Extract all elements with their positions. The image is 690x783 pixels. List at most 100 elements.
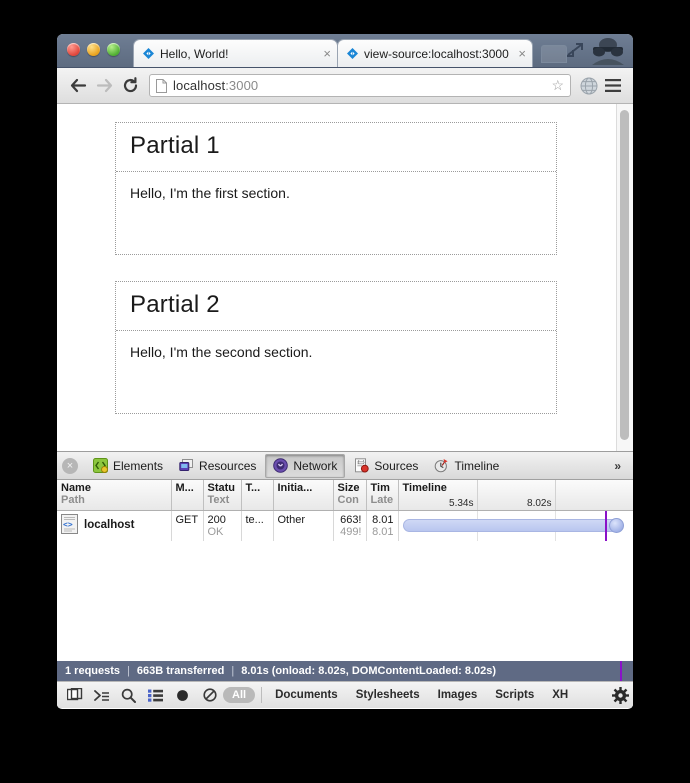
domcontentloaded-marker — [604, 510, 607, 541]
svg-text:<>: <> — [63, 520, 73, 529]
column-header-type[interactable]: T... — [241, 480, 274, 511]
partial-section-2: Partial 2 Hello, I'm the second section. — [115, 281, 557, 414]
devtools-tab-label: Network — [293, 458, 338, 473]
column-header-timeline[interactable]: Timeline 5.34s 8.02s — [398, 480, 633, 511]
chrome-menu-button[interactable] — [601, 79, 625, 92]
page-scrollbar-thumb[interactable] — [620, 110, 629, 440]
column-header-time[interactable]: Tim Late — [366, 480, 399, 511]
filter-xhr[interactable]: XH — [543, 689, 577, 701]
devtools-tab-timeline[interactable]: Timeline — [427, 455, 506, 477]
address-bar[interactable]: localhost:3000 ☆ — [149, 74, 571, 97]
maximize-icon[interactable] — [563, 40, 585, 60]
zoom-window-button[interactable] — [107, 43, 120, 56]
devtools-tab-sources[interactable]: { } Sources — [347, 455, 425, 477]
filter-scripts[interactable]: Scripts — [486, 689, 543, 701]
column-title: Tim — [370, 482, 390, 494]
content-size-value: 499! — [340, 525, 362, 538]
request-count: 1 requests — [65, 665, 121, 677]
back-button[interactable] — [65, 73, 91, 99]
devtools-tab-label: Elements — [113, 458, 164, 473]
browser-tab-hello-world[interactable]: Hello, World! × — [133, 39, 338, 67]
column-header-name[interactable]: Name Path — [57, 480, 172, 511]
column-header-size[interactable]: Size Con — [333, 480, 367, 511]
network-status-bar: 1 requests | 663B transferred | 8.01s (o… — [57, 661, 633, 681]
dock-panel-icon[interactable] — [61, 684, 88, 706]
browser-tab-view-source[interactable]: view-source:localhost:3000 × — [337, 39, 533, 67]
devtools-tab-elements[interactable]: Elements — [86, 455, 170, 477]
close-tab-icon[interactable]: × — [514, 47, 526, 60]
page-document-icon — [156, 78, 167, 93]
search-icon[interactable] — [115, 684, 142, 706]
devtools-tab-label: Resources — [199, 458, 257, 473]
url-port: :3000 — [225, 78, 259, 93]
browser-toolbar: localhost:3000 ☆ — [57, 68, 633, 104]
column-title: T... — [245, 482, 261, 494]
code-diamond-icon — [346, 47, 359, 60]
tab-strip: Hello, World! × view-source:localhost:30… — [57, 34, 633, 68]
page-scrollbar[interactable] — [616, 104, 633, 451]
page-viewport: Partial 1 Hello, I'm the first section. … — [57, 104, 633, 452]
status-code: 200 — [207, 513, 226, 526]
devtools-tab-bar: × Elements Resources Network {} Sources… — [57, 452, 633, 480]
sources-icon: { } — [354, 458, 370, 473]
extension-globe-icon[interactable] — [577, 77, 601, 95]
record-icon[interactable] — [169, 684, 196, 706]
devtools-tab-label: Sources — [374, 458, 419, 473]
column-title: Name — [61, 482, 91, 494]
reload-button[interactable] — [117, 73, 143, 99]
timeline-tick-labels: 5.34s 8.02s — [399, 496, 633, 509]
column-title: Initia... — [277, 482, 313, 494]
size-value: 663! — [340, 513, 362, 526]
close-tab-icon[interactable]: × — [319, 47, 331, 60]
time-value: 8.01 — [372, 513, 394, 526]
window-controls — [67, 43, 120, 56]
column-header-method[interactable]: M... — [171, 480, 204, 511]
column-subtitle: Path — [61, 494, 85, 506]
code-diamond-icon — [142, 47, 155, 60]
forward-button[interactable] — [91, 73, 117, 99]
latency-value: 8.01 — [372, 525, 394, 538]
cell-time: 8.01 8.01 — [366, 510, 399, 541]
column-title: Timeline — [402, 482, 447, 494]
column-title: M... — [175, 482, 194, 494]
devtools-more-tabs-button[interactable]: » — [614, 459, 633, 473]
minimize-window-button[interactable] — [87, 43, 100, 56]
incognito-spy-icon — [587, 36, 629, 66]
waterfall-bar-end-knob — [609, 517, 625, 533]
filter-all[interactable]: All — [223, 687, 256, 703]
partial-2-header: Partial 2 — [116, 282, 556, 331]
filter-stylesheets[interactable]: Stylesheets — [347, 689, 429, 701]
column-title: Statu — [207, 482, 236, 494]
column-subtitle: Text — [207, 494, 230, 506]
devtools-tab-network[interactable]: Network — [265, 453, 346, 478]
devtools-close-button[interactable]: × — [62, 457, 78, 474]
devtools-panel: × Elements Resources Network {} Sources… — [57, 452, 633, 708]
devtools-tab-resources[interactable]: Resources — [172, 455, 263, 477]
waterfall-bar[interactable] — [403, 517, 625, 533]
cell-type: te... — [241, 510, 274, 541]
column-header-status[interactable]: Statu Text — [203, 480, 242, 511]
console-prompt-icon[interactable] — [88, 684, 115, 706]
close-window-button[interactable] — [67, 43, 80, 56]
column-title: Size — [337, 482, 360, 494]
status-text: OK — [207, 525, 224, 538]
network-table-container: Name Path M... Statu Text T... Initia...… — [57, 480, 633, 661]
filter-list-icon[interactable] — [142, 684, 169, 706]
request-name: localhost — [84, 519, 135, 531]
devtools-filter-bar: All Documents Stylesheets Images Scripts… — [57, 681, 633, 708]
transferred-size: 663B transferred — [136, 665, 225, 677]
network-icon — [273, 458, 289, 473]
filter-images[interactable]: Images — [429, 689, 487, 701]
bookmark-star-icon[interactable]: ☆ — [551, 77, 564, 94]
devtools-tab-label: Timeline — [454, 458, 500, 473]
filter-documents[interactable]: Documents — [266, 689, 347, 701]
tab-title: view-source:localhost:3000 — [364, 46, 509, 61]
partial-2-heading: Partial 2 — [130, 291, 220, 318]
clear-icon[interactable] — [196, 684, 223, 706]
table-row[interactable]: <> localhost GET 200 OK te... Other 663!… — [57, 510, 633, 541]
column-header-initiator[interactable]: Initia... — [273, 480, 334, 511]
column-subtitle: Late — [370, 494, 394, 506]
partial-section-1: Partial 1 Hello, I'm the first section. — [115, 122, 557, 255]
gear-icon[interactable] — [612, 686, 633, 704]
page-content: Partial 1 Hello, I'm the first section. … — [57, 104, 633, 414]
